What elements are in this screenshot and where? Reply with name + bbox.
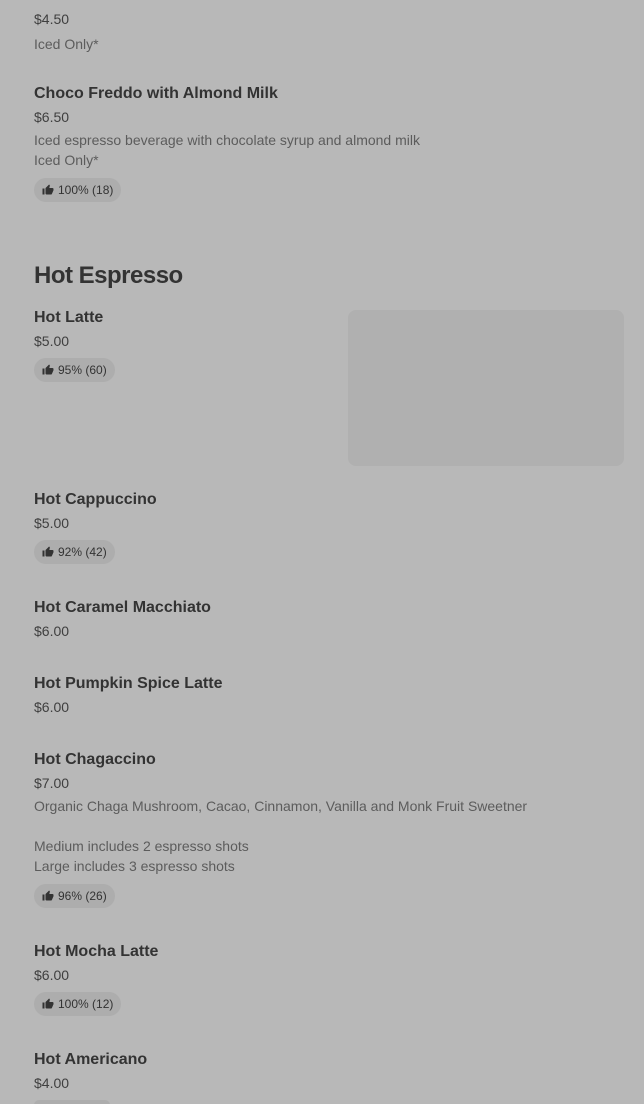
rating-text: 100% (18) <box>58 183 114 197</box>
rating-badge-cut <box>34 1100 110 1104</box>
item-price: $4.50 <box>34 11 70 27</box>
item-price: $6.00 <box>34 699 70 715</box>
item-price: $4.00 <box>34 1075 70 1091</box>
item-name: Choco Freddo with Almond Milk <box>34 85 278 102</box>
item-name: Hot Latte <box>34 309 104 326</box>
item-name: Hot Mocha Latte <box>34 943 159 960</box>
rating-text: 100% (12) <box>58 997 114 1011</box>
thumbs-up-icon <box>42 546 54 558</box>
rating-text: 96% (26) <box>58 889 107 903</box>
item-price: $6.00 <box>34 967 70 983</box>
menu-item[interactable]: Hot Chagaccino $7.00 Organic Chaga Mushr… <box>34 750 624 908</box>
item-price: $5.00 <box>34 333 70 349</box>
thumbs-up-icon <box>42 184 54 196</box>
item-name: Hot Pumpkin Spice Latte <box>34 675 223 692</box>
menu-item[interactable]: Choco Freddo with Almond Milk $6.50 Iced… <box>34 84 624 202</box>
item-price: $6.00 <box>34 623 70 639</box>
item-description: Iced Only* <box>34 36 99 52</box>
thumbs-up-icon <box>42 998 54 1010</box>
item-price: $5.00 <box>34 515 70 531</box>
rating-badge: 100% (18) <box>34 178 122 202</box>
menu-item[interactable]: Hot Latte $5.00 95% (60) <box>34 308 334 382</box>
thumbs-up-icon <box>42 364 54 376</box>
item-name: Hot Caramel Macchiato <box>34 599 211 616</box>
menu-item[interactable]: Hot Americano $4.00 <box>34 1050 624 1092</box>
menu-item[interactable]: Hot Mocha Latte $6.00 100% (12) <box>34 942 624 1016</box>
thumbs-up-icon <box>42 890 54 902</box>
section-title: Hot Espresso <box>34 262 183 289</box>
menu-item[interactable]: $4.50 Iced Only* <box>34 10 624 54</box>
menu-page: $4.50 Iced Only* Choco Freddo with Almon… <box>0 0 644 1104</box>
item-name: Hot Cappuccino <box>34 491 157 508</box>
item-description-shots: Medium includes 2 espresso shots Large i… <box>34 838 249 874</box>
menu-item[interactable]: Hot Pumpkin Spice Latte $6.00 <box>34 674 624 716</box>
menu-item[interactable]: Hot Caramel Macchiato $6.00 <box>34 598 624 640</box>
item-description: Iced espresso beverage with chocolate sy… <box>34 132 420 168</box>
menu-item[interactable]: Hot Cappuccino $5.00 92% (42) <box>34 490 624 564</box>
rating-text: 95% (60) <box>58 363 107 377</box>
rating-badge: 92% (42) <box>34 540 115 564</box>
rating-badge: 95% (60) <box>34 358 115 382</box>
rating-text: 92% (42) <box>58 545 107 559</box>
item-name: Hot Chagaccino <box>34 751 156 768</box>
item-description: Organic Chaga Mushroom, Cacao, Cinnamon,… <box>34 798 528 814</box>
item-name: Hot Americano <box>34 1051 148 1068</box>
item-price: $6.50 <box>34 109 70 125</box>
item-image-placeholder[interactable] <box>348 310 624 466</box>
menu-item-name-cut <box>34 0 134 6</box>
rating-badge: 96% (26) <box>34 884 115 908</box>
rating-badge: 100% (12) <box>34 992 122 1016</box>
item-price: $7.00 <box>34 775 70 791</box>
